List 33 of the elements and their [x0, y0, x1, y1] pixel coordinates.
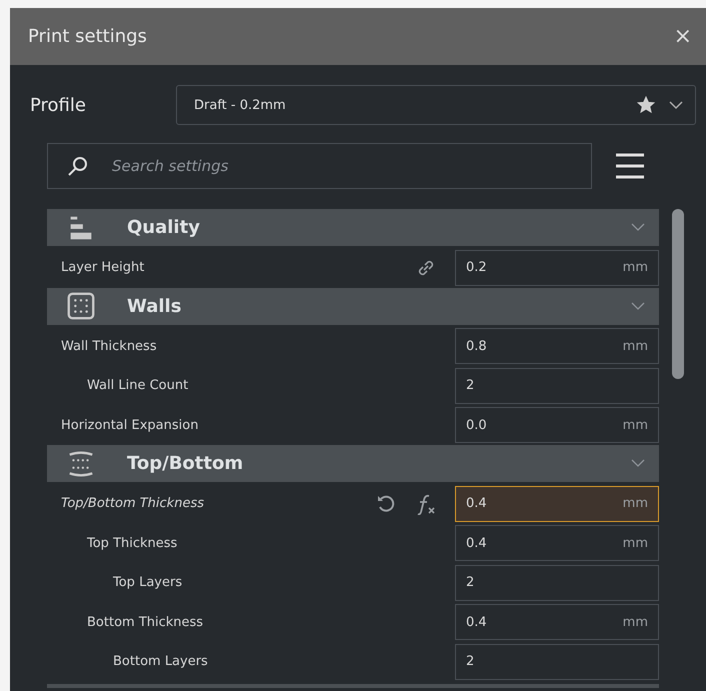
setting-label: Bottom Layers [112, 654, 209, 670]
section-header[interactable]: Walls [47, 288, 659, 324]
setting-label: Wall Line Count [86, 378, 190, 394]
setting-label: Bottom Thickness [86, 614, 204, 630]
profile-label: Profile [30, 94, 87, 116]
window-title: Print settings [28, 26, 147, 47]
section-header[interactable]: Top/Bottom [47, 445, 659, 482]
setting-label: Top/Bottom Thickness [60, 496, 205, 512]
dotted-square-icon [65, 292, 97, 320]
setting-label: Top Layers [112, 575, 184, 590]
value-field[interactable]: 2 [455, 644, 659, 680]
star-icon[interactable] [637, 96, 655, 114]
close-button[interactable]: × [672, 24, 694, 49]
setting-label: Horizontal Expansion [60, 418, 200, 433]
value-field[interactable]: 0.0 mm [455, 407, 659, 444]
value-field[interactable]: 2 [455, 368, 659, 404]
value-field[interactable]: 0.4 mm [455, 486, 659, 522]
value-field[interactable]: 2 [455, 564, 659, 601]
search-field[interactable]: Search settings [47, 143, 592, 189]
function-icon[interactable] [415, 492, 437, 515]
setting-label: Wall Thickness [60, 338, 158, 354]
value-field[interactable]: 0.4 mm [455, 525, 659, 562]
section-header[interactable]: Quality [47, 209, 659, 246]
value-field[interactable]: 0.2 mm [455, 250, 659, 286]
value-field[interactable]: 0.4 mm [455, 604, 659, 640]
search-icon [67, 155, 89, 177]
menu-button[interactable] [614, 152, 646, 180]
setting-label: Top Thickness [86, 536, 178, 551]
scrollbar-thumb[interactable] [672, 209, 684, 379]
profile-dropdown[interactable]: Draft - 0.2mm [176, 85, 696, 125]
value-field[interactable]: 0.8 mm [455, 328, 659, 364]
caret-icon [669, 100, 683, 110]
setting-label: Layer Height [60, 260, 146, 276]
